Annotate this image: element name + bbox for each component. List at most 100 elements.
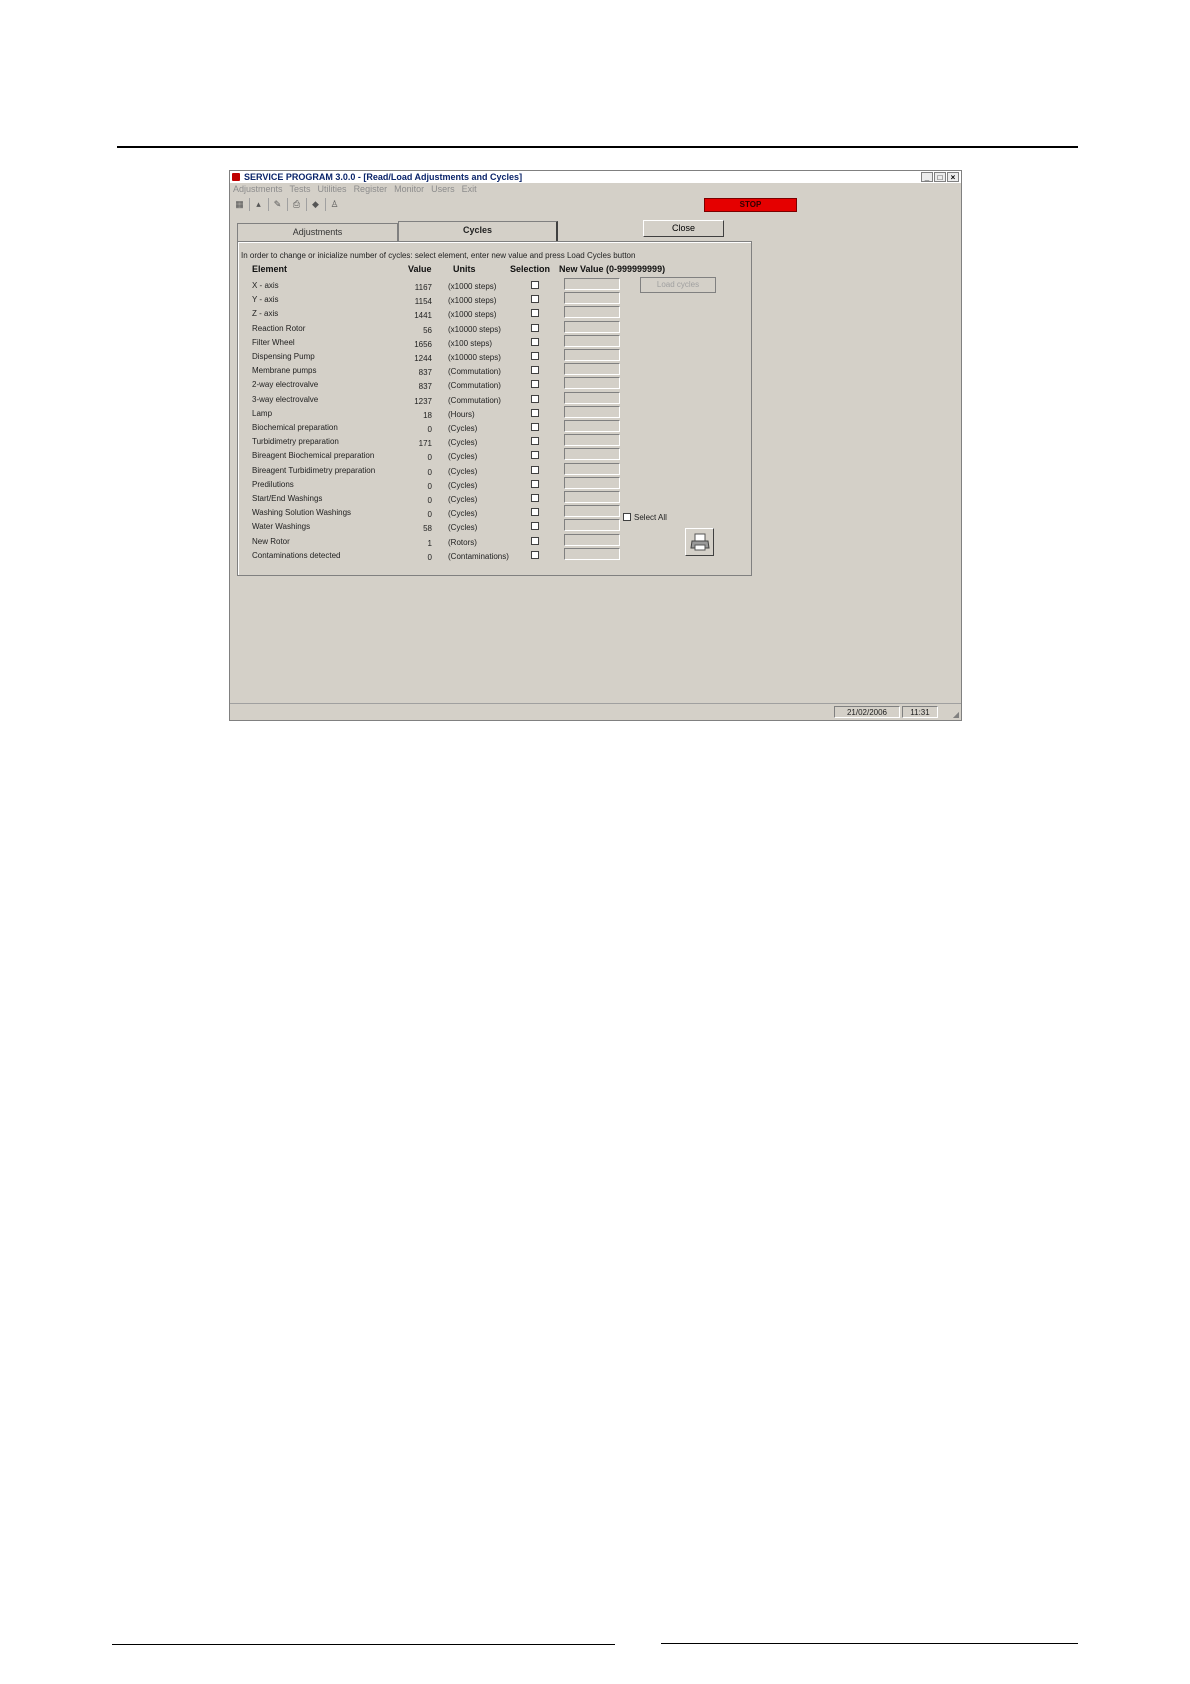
row-selection-checkbox[interactable] [531, 366, 539, 375]
row-new-value-input[interactable] [564, 491, 620, 503]
minimize-button[interactable]: _ [921, 172, 933, 182]
row-selection-checkbox[interactable] [531, 479, 539, 488]
row-element: New Rotor [252, 536, 290, 546]
table-row: Start/End Washings 0 (Cycles) [230, 491, 750, 508]
row-selection-checkbox[interactable] [531, 451, 539, 460]
row-selection-checkbox[interactable] [531, 550, 539, 559]
print-button[interactable] [685, 528, 714, 556]
close-window-button[interactable]: × [947, 172, 959, 182]
row-units: (x10000 steps) [448, 353, 501, 362]
status-date: 21/02/2006 [834, 706, 900, 718]
row-value: 0 [427, 552, 432, 562]
row-units: (Cycles) [448, 495, 478, 504]
service-program-window: SERVICE PROGRAM 3.0.0 - [Read/Load Adjus… [229, 170, 962, 721]
row-new-value-input[interactable] [564, 476, 620, 489]
menu-item-exit[interactable]: Exit [462, 183, 477, 195]
row-element: Y - axis [252, 295, 279, 305]
row-new-value-input[interactable] [564, 349, 620, 361]
row-selection-checkbox[interactable] [531, 352, 539, 360]
menu-item-utilities[interactable]: Utilities [318, 183, 347, 195]
row-selection-checkbox[interactable] [531, 380, 539, 389]
load-cycles-button[interactable]: Load cycles [640, 277, 716, 293]
row-new-value-input[interactable] [564, 278, 620, 290]
row-selection-checkbox[interactable] [531, 536, 539, 545]
row-new-value-input[interactable] [564, 462, 620, 475]
row-selection-checkbox[interactable] [531, 323, 539, 332]
settings-icon[interactable]: ◆ [309, 198, 322, 210]
table-row: Bireagent Biochemical preparation 0 (Cycle… [230, 448, 750, 465]
row-value: 837 [418, 382, 432, 392]
select-all-checkbox[interactable]: Select All [623, 513, 667, 522]
row-new-value-input[interactable] [564, 363, 620, 376]
menu-bar: Adjustments Tests Utilities Register Mon… [230, 183, 961, 195]
row-new-value-input[interactable] [564, 320, 620, 333]
select-all-label: Select All [634, 513, 667, 522]
row-selection-checkbox[interactable] [531, 394, 539, 403]
row-new-value-input[interactable] [564, 420, 620, 432]
table-row: Filter Wheel 1656 (x100 steps) [230, 334, 750, 352]
toolbar-separator [325, 198, 326, 211]
row-selection-checkbox[interactable] [531, 465, 539, 474]
row-value: 0 [427, 425, 432, 434]
row-selection-checkbox[interactable] [531, 437, 539, 446]
menu-item-tests[interactable]: Tests [290, 183, 311, 195]
resize-grip-icon[interactable]: ◢ [953, 710, 959, 719]
lock-icon[interactable]: ▴ [252, 198, 265, 210]
row-value: 18 [423, 410, 432, 420]
row-element: Turbidimetry preparation [252, 437, 339, 447]
row-element: X - axis [252, 281, 279, 290]
row-value: 171 [418, 439, 432, 449]
row-new-value-input[interactable] [564, 434, 620, 447]
table-row: Water Washings 58 (Cycles) [230, 519, 750, 536]
users-icon[interactable]: ♙ [328, 198, 341, 210]
checkbox[interactable] [623, 513, 631, 521]
row-value: 1154 [414, 297, 432, 307]
row-value: 837 [418, 368, 432, 378]
row-new-value-input[interactable] [564, 519, 620, 532]
row-element: Water Washings [252, 522, 311, 532]
row-selection-checkbox[interactable] [531, 309, 539, 318]
row-selection-checkbox[interactable] [531, 337, 539, 346]
row-new-value-input[interactable] [564, 292, 620, 305]
tools-icon[interactable]: ✎ [271, 198, 284, 210]
row-new-value-input[interactable] [564, 448, 620, 461]
print-icon[interactable]: ⎙ [290, 198, 303, 210]
row-selection-checkbox[interactable] [531, 494, 539, 502]
toolbar-separator [287, 198, 288, 211]
row-new-value-input[interactable] [564, 377, 620, 390]
row-units: (Cycles) [448, 509, 478, 519]
menu-item-monitor[interactable]: Monitor [394, 183, 424, 195]
table-row: Biochemical preparation 0 (Cycles) [230, 420, 750, 437]
stop-button[interactable]: STOP [704, 198, 797, 212]
row-new-value-input[interactable] [564, 391, 620, 404]
table-row: New Rotor 1 (Rotors) [230, 533, 750, 551]
row-selection-checkbox[interactable] [531, 281, 539, 289]
row-selection-checkbox[interactable] [531, 408, 539, 417]
row-element: Reaction Rotor [252, 323, 306, 333]
printer-icon [690, 533, 710, 551]
row-element: Predilutions [252, 479, 294, 489]
row-new-value-input[interactable] [564, 306, 620, 319]
row-new-value-input[interactable] [564, 334, 620, 347]
header-units: Units [453, 264, 476, 274]
row-element: Z - axis [252, 309, 279, 319]
row-selection-checkbox[interactable] [531, 508, 539, 517]
row-selection-checkbox[interactable] [531, 522, 539, 531]
row-new-value-input[interactable] [564, 533, 620, 546]
close-button[interactable]: Close [643, 220, 724, 237]
tab-cycles[interactable]: Cycles [398, 221, 558, 241]
menu-item-adjustments[interactable]: Adjustments [233, 183, 283, 195]
row-new-value-input[interactable] [564, 505, 620, 518]
row-value: 1 [427, 538, 432, 548]
maximize-button[interactable]: □ [934, 172, 946, 182]
row-units: (Cycles) [448, 480, 478, 490]
row-new-value-input[interactable] [564, 547, 620, 560]
row-selection-checkbox[interactable] [531, 295, 539, 304]
row-selection-checkbox[interactable] [531, 423, 539, 431]
tab-adjustments[interactable]: Adjustments [237, 223, 398, 241]
home-icon[interactable]: ▦ [233, 198, 246, 210]
menu-item-users[interactable]: Users [431, 183, 455, 195]
title-bar[interactable]: SERVICE PROGRAM 3.0.0 - [Read/Load Adjus… [230, 171, 961, 183]
menu-item-register[interactable]: Register [354, 183, 388, 195]
row-new-value-input[interactable] [564, 405, 620, 418]
